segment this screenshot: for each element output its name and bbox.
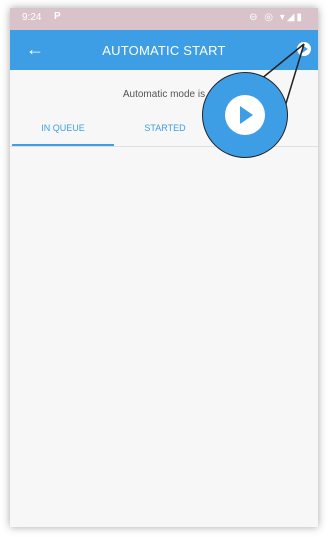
callout-line-right: [283, 43, 305, 111]
play-button-zoomed[interactable]: [225, 95, 265, 135]
play-icon: [240, 106, 253, 124]
zoom-callout: [202, 72, 288, 158]
device-screen: 9:24 P ⊖ ◎ ▾◢▮ ← AUTOMATIC START Automat…: [10, 8, 318, 527]
